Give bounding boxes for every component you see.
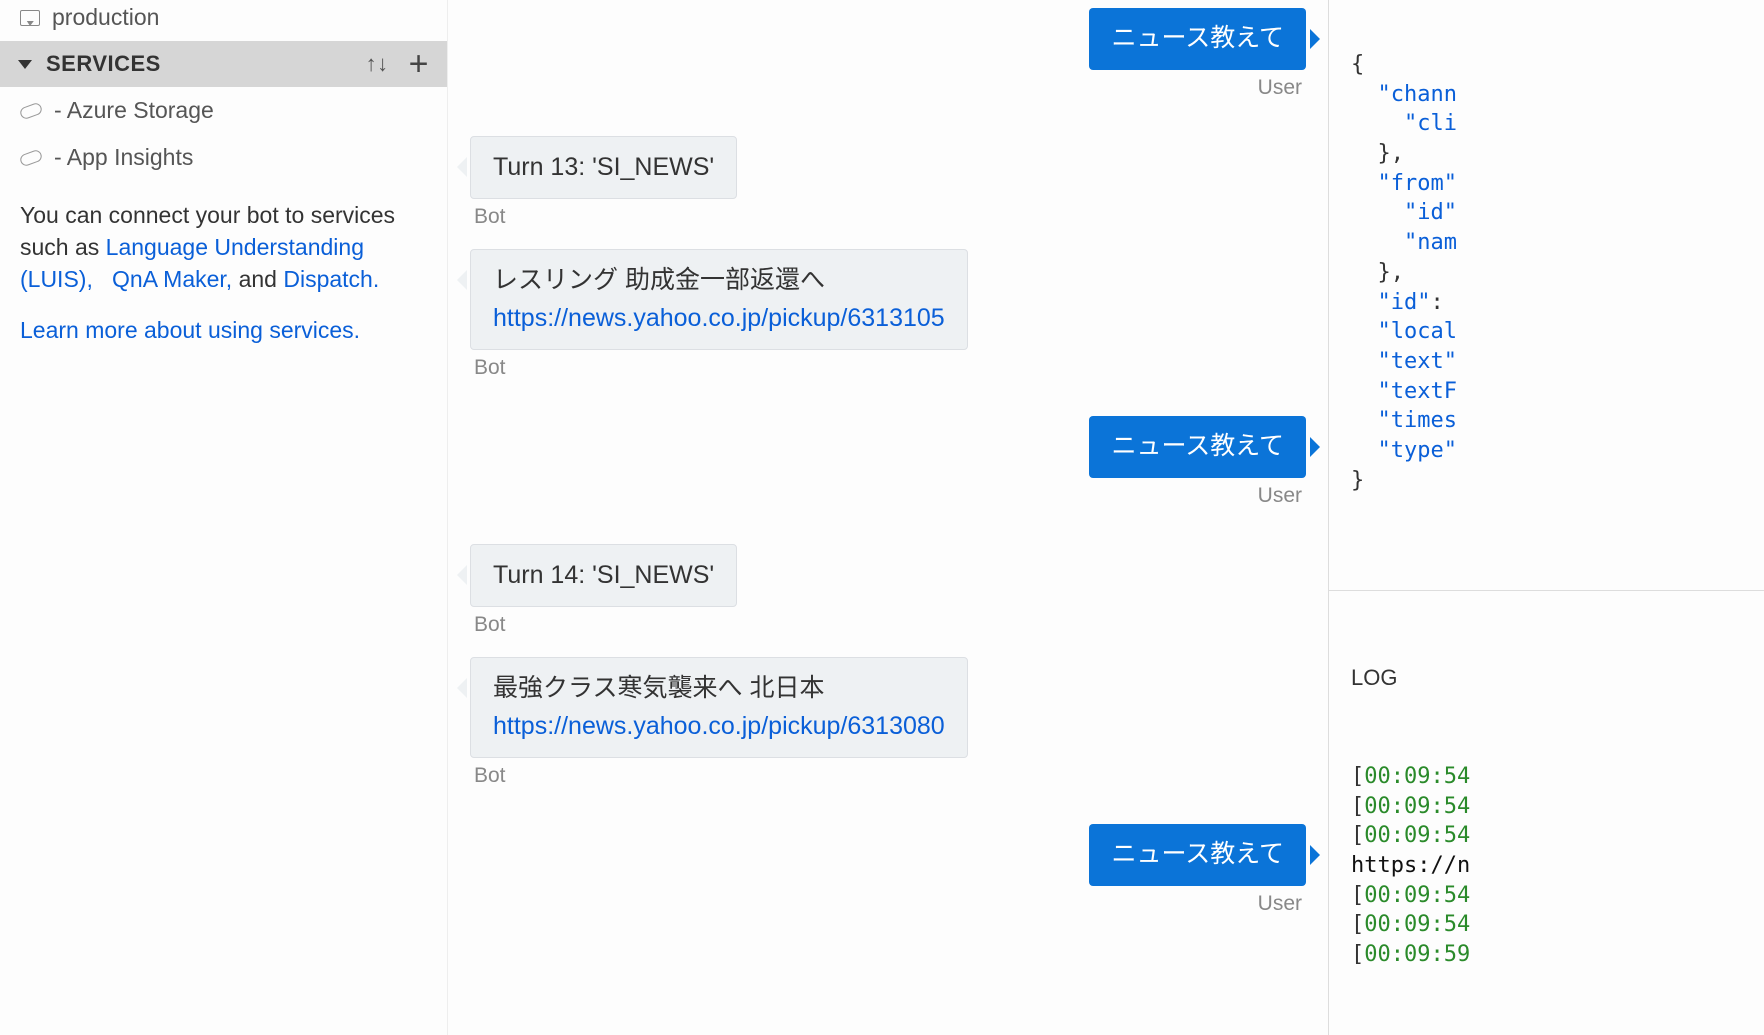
news-link[interactable]: https://news.yahoo.co.jp/pickup/6313080 [493, 712, 945, 740]
chat-icon [20, 10, 40, 26]
services-info: You can connect your bot to services suc… [0, 181, 447, 296]
news-link[interactable]: https://news.yahoo.co.jp/pickup/6313105 [493, 304, 945, 332]
message-row-bot: Turn 13: 'SI_NEWS' [470, 136, 1306, 200]
message-row-user: ニュース教えて [470, 8, 1306, 70]
service-label: - App Insights [54, 144, 193, 171]
message-row-bot: Turn 14: 'SI_NEWS' [470, 544, 1306, 608]
message-row-user: ニュース教えて [470, 824, 1306, 886]
endpoint-item[interactable]: production [0, 0, 447, 41]
link-learn-more[interactable]: Learn more about using services. [20, 317, 360, 343]
link-dispatch[interactable]: Dispatch. [283, 266, 379, 292]
sender-label-bot: Bot [470, 205, 1306, 229]
sidebar: production SERVICES ↑↓ + - Azure Storage… [0, 0, 448, 1035]
sender-label-bot: Bot [470, 613, 1306, 637]
add-service-button[interactable]: + [409, 53, 429, 75]
endpoint-label: production [52, 4, 159, 31]
message-row-bot: 最強クラス寒気襲来へ 北日本 https://news.yahoo.co.jp/… [470, 657, 1306, 758]
sort-icon[interactable]: ↑↓ [366, 51, 389, 77]
link-icon [19, 148, 44, 167]
link-qna[interactable]: QnA Maker, [112, 266, 232, 292]
link-icon [19, 101, 44, 120]
sender-label-user: User [470, 484, 1306, 508]
sender-label-user: User [470, 892, 1306, 916]
inspector-panel: { "chann "cli }, "from" "id" "nam }, "id… [1329, 0, 1764, 1035]
log-title: LOG [1351, 663, 1748, 693]
services-section-header[interactable]: SERVICES ↑↓ + [0, 41, 447, 87]
service-item-azure-storage[interactable]: - Azure Storage [0, 87, 447, 134]
log-panel[interactable]: LOG [00:09:54 [00:09:54 [00:09:54 https:… [1329, 590, 1764, 1035]
section-title: SERVICES [46, 51, 161, 77]
chat-transcript: ニュース教えて User Turn 13: 'SI_NEWS' Bot レスリン… [448, 0, 1329, 1035]
sender-label-bot: Bot [470, 356, 1306, 380]
caret-down-icon [18, 60, 32, 69]
user-message[interactable]: ニュース教えて [1089, 824, 1306, 886]
learn-more-row: Learn more about using services. [0, 296, 447, 346]
service-label: - Azure Storage [54, 97, 214, 124]
sender-label-bot: Bot [470, 764, 1306, 788]
message-row-bot: レスリング 助成金一部返還へ https://news.yahoo.co.jp/… [470, 249, 1306, 350]
bot-message[interactable]: Turn 14: 'SI_NEWS' [470, 544, 737, 608]
user-message[interactable]: ニュース教えて [1089, 416, 1306, 478]
log-lines: [00:09:54 [00:09:54 [00:09:54 https://n … [1351, 762, 1748, 970]
user-message[interactable]: ニュース教えて [1089, 8, 1306, 70]
bot-message[interactable]: 最強クラス寒気襲来へ 北日本 https://news.yahoo.co.jp/… [470, 657, 968, 758]
message-row-user: ニュース教えて [470, 416, 1306, 478]
bot-message[interactable]: レスリング 助成金一部返還へ https://news.yahoo.co.jp/… [470, 249, 968, 350]
json-inspector[interactable]: { "chann "cli }, "from" "id" "nam }, "id… [1329, 0, 1764, 590]
bot-message[interactable]: Turn 13: 'SI_NEWS' [470, 136, 737, 200]
service-item-app-insights[interactable]: - App Insights [0, 134, 447, 181]
sender-label-user: User [470, 76, 1306, 100]
